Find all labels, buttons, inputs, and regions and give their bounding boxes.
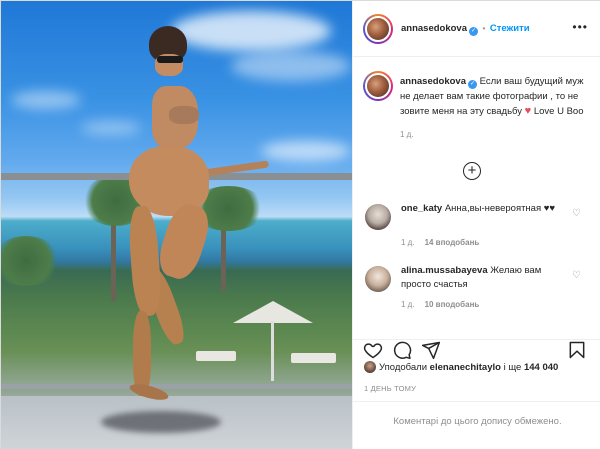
liker-avatar[interactable]: [364, 361, 376, 373]
caption-username[interactable]: annasedokova: [400, 76, 466, 87]
post-actions-bar: [353, 339, 600, 361]
comment-age[interactable]: 1 д.: [401, 300, 415, 309]
comments-list: annasedokova ✓ Если ваш будущий муж не де…: [353, 58, 600, 338]
post-caption: annasedokova ✓ Если ваш будущий муж не де…: [400, 74, 585, 142]
heart-outline-icon[interactable]: [363, 340, 383, 360]
more-options-icon[interactable]: •••: [572, 21, 588, 33]
author-avatar[interactable]: [363, 14, 393, 44]
likes-summary: Уподобали elenanechitaylo і ще 144 040: [364, 361, 594, 375]
commenter-username[interactable]: alina.mussabayeva: [401, 265, 488, 276]
comment-body: one_katy Анна,вы-невероятная ♥♥: [401, 202, 566, 216]
comment-likes[interactable]: 14 вподобань: [425, 238, 480, 247]
verified-badge-icon: ✓: [469, 27, 478, 36]
comment-bubble-icon[interactable]: [392, 340, 412, 360]
cloud: [261, 141, 351, 161]
comment-like-heart-icon[interactable]: ♡: [572, 270, 581, 281]
cloud: [11, 91, 81, 109]
comment-meta: 1 д. 14 вподобань: [401, 238, 479, 247]
author-line: annasedokova ✓ • Стежити: [401, 23, 530, 36]
verified-badge-icon: ✓: [468, 80, 477, 89]
umbrella-pole: [271, 321, 274, 381]
separator-dot: •: [482, 24, 486, 33]
caption-text-end: Love U Boo: [533, 106, 584, 117]
comment-age[interactable]: 1 д.: [401, 238, 415, 247]
commenter-avatar[interactable]: [365, 204, 391, 230]
likes-count[interactable]: 144 040: [524, 362, 558, 373]
post-side-panel: annasedokova ✓ • Стежити ••• annasedokova…: [352, 1, 600, 449]
caption-author-avatar[interactable]: [363, 71, 393, 101]
follow-button[interactable]: Стежити: [490, 23, 530, 34]
author-username[interactable]: annasedokova: [401, 23, 467, 34]
comments-footer: Коментарі до цього допису обмежено.: [353, 401, 600, 449]
paper-plane-icon[interactable]: [421, 340, 441, 360]
comment-like-heart-icon[interactable]: ♡: [572, 208, 581, 219]
likes-prefix: Уподобали: [379, 362, 430, 373]
comment-meta: 1 д. 10 вподобань: [401, 300, 479, 309]
post-header: annasedokova ✓ • Стежити •••: [353, 1, 600, 57]
comment-likes[interactable]: 10 вподобань: [425, 300, 480, 309]
bookmark-icon[interactable]: [567, 340, 587, 360]
caption-age[interactable]: 1 д.: [400, 127, 585, 142]
post-photo[interactable]: [1, 1, 352, 449]
comments-restricted-message: Коментарі до цього допису обмежено.: [393, 416, 562, 427]
red-heart-emoji-icon: ♥: [524, 105, 532, 117]
commenter-username[interactable]: one_katy: [401, 203, 442, 214]
load-more-comments-icon[interactable]: +: [463, 162, 481, 180]
liker-username[interactable]: elenanechitaylo: [430, 362, 501, 373]
comment-text: Анна,вы-невероятная ♥♥: [444, 203, 556, 214]
lounger: [291, 353, 336, 363]
comment-body: alina.mussabayeva Желаю вам просто счаст…: [401, 264, 566, 292]
instagram-post: annasedokova ✓ • Стежити ••• annasedokova…: [0, 0, 600, 449]
person-figure: [119, 26, 270, 426]
commenter-avatar[interactable]: [365, 266, 391, 292]
post-timestamp[interactable]: 1 ДЕНЬ ТОМУ: [364, 384, 416, 393]
likes-suffix: і ще: [500, 362, 524, 373]
